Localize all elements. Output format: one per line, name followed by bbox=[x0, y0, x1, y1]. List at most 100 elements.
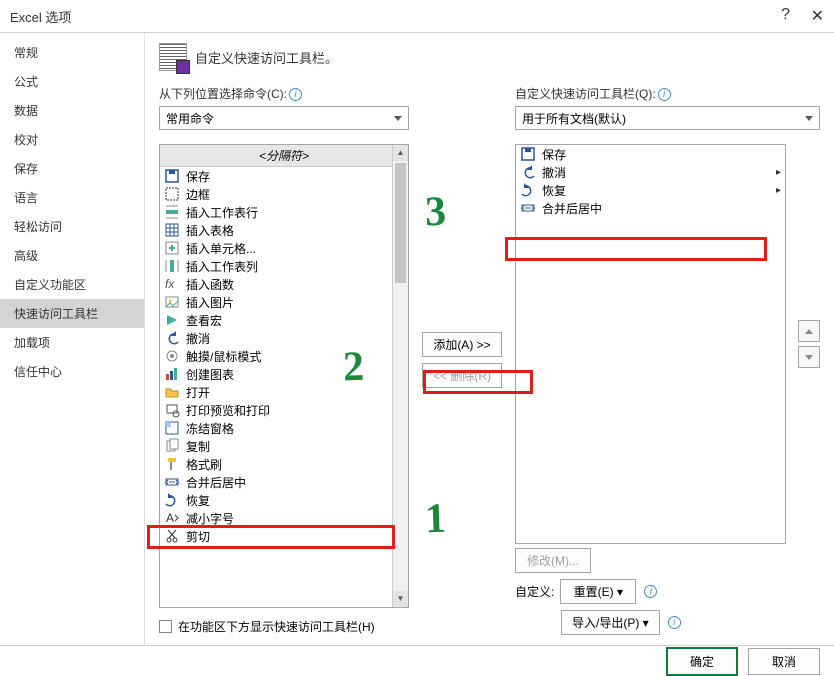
sidebar-item[interactable]: 自定义功能区 bbox=[0, 270, 144, 299]
list-item[interactable]: 撤消▸ bbox=[160, 329, 408, 347]
info-icon[interactable] bbox=[658, 88, 671, 101]
undo-icon bbox=[520, 164, 536, 180]
page-header: 自定义快速访问工具栏。 bbox=[159, 43, 820, 71]
svg-text:fx: fx bbox=[165, 277, 175, 291]
sidebar-item[interactable]: 保存 bbox=[0, 154, 144, 183]
border-icon bbox=[164, 186, 180, 202]
list-item[interactable]: 剪切 bbox=[160, 527, 408, 545]
list-item[interactable]: 撤消▸ bbox=[516, 163, 785, 181]
list-item[interactable]: 合并后居中 bbox=[516, 199, 785, 217]
list-item[interactable]: 插入单元格... bbox=[160, 239, 408, 257]
list-item[interactable]: 插入工作表行 bbox=[160, 203, 408, 221]
save-icon bbox=[164, 168, 180, 184]
checkbox[interactable] bbox=[159, 620, 172, 633]
choose-commands-label: 从下列位置选择命令(C): bbox=[159, 85, 409, 102]
list-item[interactable]: 打开 bbox=[160, 383, 408, 401]
list-item[interactable]: 恢复 ▸ bbox=[516, 181, 785, 199]
cancel-button[interactable]: 取消 bbox=[748, 648, 820, 675]
scroll-up[interactable]: ▲ bbox=[393, 145, 408, 161]
sidebar-item[interactable]: 数据 bbox=[0, 96, 144, 125]
undo-icon bbox=[164, 330, 180, 346]
insert-row-icon bbox=[164, 204, 180, 220]
close-button[interactable]: ✕ bbox=[811, 6, 824, 26]
chevron-down-icon bbox=[394, 116, 402, 121]
list-item[interactable]: fx插入函数 bbox=[160, 275, 408, 293]
sidebar-item[interactable]: 常规 bbox=[0, 38, 144, 67]
list-item-label: 撤消 bbox=[186, 330, 210, 347]
list-item[interactable]: 保存 bbox=[160, 167, 408, 185]
list-item[interactable]: 触摸/鼠标模式 bbox=[160, 347, 408, 365]
list-item[interactable]: 格式刷 bbox=[160, 455, 408, 473]
move-up-button[interactable] bbox=[798, 320, 820, 342]
ok-button[interactable]: 确定 bbox=[666, 647, 738, 676]
separator-header[interactable]: <分隔符> bbox=[160, 145, 408, 167]
show-below-ribbon-row[interactable]: 在功能区下方显示快速访问工具栏(H) bbox=[159, 618, 409, 635]
font-decrease-icon: A bbox=[164, 510, 180, 526]
titlebar: Excel 选项 ? ✕ bbox=[0, 0, 834, 32]
merge-center-icon bbox=[164, 474, 180, 490]
insert-col-icon bbox=[164, 258, 180, 274]
insert-table-icon bbox=[164, 222, 180, 238]
freeze-icon bbox=[164, 420, 180, 436]
sidebar-item[interactable]: 快速访问工具栏 bbox=[0, 299, 144, 328]
reset-button[interactable]: 重置(E) ▾ bbox=[560, 579, 636, 604]
category-sidebar: 常规公式数据校对保存语言轻松访问高级自定义功能区快速访问工具栏加载项信任中心 bbox=[0, 33, 145, 645]
list-item[interactable]: 创建图表 bbox=[160, 365, 408, 383]
reorder-buttons bbox=[798, 320, 820, 368]
merge-center-icon bbox=[520, 200, 536, 216]
chart-icon bbox=[164, 366, 180, 382]
list-item-label: 插入工作表行 bbox=[186, 204, 258, 221]
current-qat-list[interactable]: 保存撤消▸恢复 ▸ 合并后居中 bbox=[515, 144, 786, 544]
customize-qat-combo[interactable]: 用于所有文档(默认) bbox=[515, 106, 820, 130]
insert-cells-icon bbox=[164, 240, 180, 256]
info-icon[interactable] bbox=[644, 585, 657, 598]
redo-icon bbox=[520, 182, 536, 198]
submenu-indicator-icon: ▸ bbox=[776, 167, 781, 178]
available-commands-list[interactable]: <分隔符> 保存边框▸插入工作表行插入表格插入单元格...插入工作表列fx插入函… bbox=[159, 144, 409, 608]
list-item-label: 复制 bbox=[186, 438, 210, 455]
list-item[interactable]: 冻结窗格▸ bbox=[160, 419, 408, 437]
sidebar-item[interactable]: 轻松访问 bbox=[0, 212, 144, 241]
list-item[interactable]: 恢复▸ bbox=[160, 491, 408, 509]
list-item-label: 触摸/鼠标模式 bbox=[186, 348, 261, 365]
modify-button[interactable]: 修改(M)... bbox=[515, 548, 591, 573]
scrollbar[interactable]: ▲ ▼ bbox=[392, 145, 408, 607]
checkbox-label: 在功能区下方显示快速访问工具栏(H) bbox=[178, 618, 375, 635]
add-button[interactable]: 添加(A) >> bbox=[422, 332, 501, 357]
content-pane: 自定义快速访问工具栏。 从下列位置选择命令(C): 常用命令 <分隔符> 保存边… bbox=[145, 33, 834, 645]
list-item[interactable]: 插入图片 bbox=[160, 293, 408, 311]
dialog-footer: 确定 取消 bbox=[0, 646, 834, 676]
list-item[interactable]: 查看宏 bbox=[160, 311, 408, 329]
list-item[interactable]: 保存 bbox=[516, 145, 785, 163]
svg-text:A: A bbox=[166, 511, 174, 525]
scroll-down[interactable]: ▼ bbox=[393, 591, 408, 607]
choose-commands-combo[interactable]: 常用命令 bbox=[159, 106, 409, 130]
sidebar-item[interactable]: 加载项 bbox=[0, 328, 144, 357]
remove-button[interactable]: << 删除(R) bbox=[422, 363, 502, 388]
sidebar-item[interactable]: 高级 bbox=[0, 241, 144, 270]
list-item-label: 插入工作表列 bbox=[186, 258, 258, 275]
dialog-body: 常规公式数据校对保存语言轻松访问高级自定义功能区快速访问工具栏加载项信任中心 自… bbox=[0, 32, 834, 646]
sidebar-item[interactable]: 信任中心 bbox=[0, 357, 144, 386]
list-item-label: 恢复 bbox=[542, 182, 566, 199]
submenu-indicator-icon: ▸ bbox=[776, 185, 781, 196]
sidebar-item[interactable]: 语言 bbox=[0, 183, 144, 212]
list-item[interactable]: 插入表格 bbox=[160, 221, 408, 239]
save-icon bbox=[520, 146, 536, 162]
list-item[interactable]: 合并后居中 bbox=[160, 473, 408, 491]
info-icon[interactable] bbox=[668, 616, 681, 629]
format-painter-icon bbox=[164, 456, 180, 472]
move-down-button[interactable] bbox=[798, 346, 820, 368]
scroll-thumb[interactable] bbox=[395, 163, 406, 283]
list-item[interactable]: A减小字号 bbox=[160, 509, 408, 527]
list-item[interactable]: 边框▸ bbox=[160, 185, 408, 203]
list-item[interactable]: 插入工作表列 bbox=[160, 257, 408, 275]
list-item[interactable]: 打印预览和打印 bbox=[160, 401, 408, 419]
fx-icon: fx bbox=[164, 276, 180, 292]
sidebar-item[interactable]: 公式 bbox=[0, 67, 144, 96]
help-button[interactable]: ? bbox=[781, 6, 790, 24]
info-icon[interactable] bbox=[289, 88, 302, 101]
import-export-button[interactable]: 导入/导出(P) ▾ bbox=[561, 610, 660, 635]
list-item[interactable]: 复制 bbox=[160, 437, 408, 455]
sidebar-item[interactable]: 校对 bbox=[0, 125, 144, 154]
